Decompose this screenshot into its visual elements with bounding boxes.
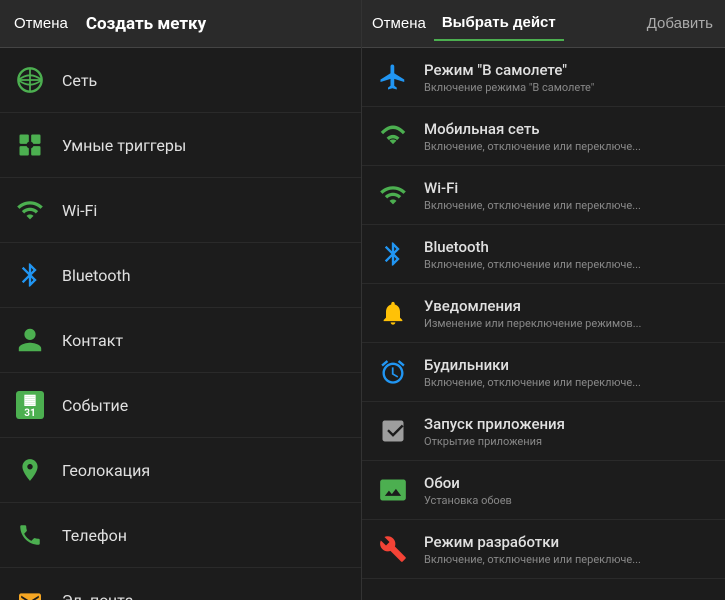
bluetooth-icon-right — [374, 235, 412, 273]
airplane-icon — [374, 58, 412, 96]
right-item-notifications-title: Уведомления — [424, 297, 641, 315]
left-item-smart-label: Умные триггеры — [62, 136, 186, 155]
left-item-contact-label: Контакт — [62, 331, 123, 350]
right-item-wifi-text: Wi-Fi Включение, отключение или переключ… — [424, 179, 641, 212]
left-item-bluetooth[interactable]: Bluetooth — [0, 243, 361, 308]
left-panel-title: Создать метку — [86, 14, 206, 34]
add-button[interactable]: Добавить — [641, 7, 719, 40]
right-item-bluetooth-sub: Включение, отключение или переключе... — [424, 258, 641, 271]
right-item-wallpaper-text: Обои Установка обоев — [424, 474, 512, 507]
wifi-icon-left — [12, 192, 48, 228]
left-item-email-label: Эл. почта — [62, 591, 133, 600]
wifi-icon-right — [374, 176, 412, 214]
right-item-devmode-text: Режим разработки Включение, отключение и… — [424, 533, 641, 566]
email-icon — [12, 582, 48, 600]
bell-icon — [374, 294, 412, 332]
left-item-geo[interactable]: Геолокация — [0, 438, 361, 503]
right-item-launch-text: Запуск приложения Открытие приложения — [424, 415, 565, 448]
right-item-devmode-title: Режим разработки — [424, 533, 641, 551]
cancel-right-button[interactable]: Отмена — [368, 7, 434, 40]
right-item-wallpaper-sub: Установка обоев — [424, 494, 512, 507]
right-item-wallpaper[interactable]: Обои Установка обоев — [362, 461, 725, 520]
left-item-phone-label: Телефон — [62, 526, 127, 545]
left-header: Отмена Создать метку — [0, 0, 361, 48]
right-item-airplane-sub: Включение режима "В самолете" — [424, 81, 594, 94]
event-icon: ▦ 31 — [12, 387, 48, 423]
right-item-launch[interactable]: Запуск приложения Открытие приложения — [362, 402, 725, 461]
contact-icon — [12, 322, 48, 358]
left-item-bluetooth-label: Bluetooth — [62, 266, 131, 285]
left-item-network[interactable]: Сеть — [0, 48, 361, 113]
right-panel: Отмена Выбрать дейст Добавить Режим "В с… — [362, 0, 725, 600]
right-item-alarms-sub: Включение, отключение или переключе... — [424, 376, 641, 389]
tab-select-action[interactable]: Выбрать дейст — [434, 6, 564, 41]
right-item-launch-title: Запуск приложения — [424, 415, 565, 433]
left-item-wifi-label: Wi-Fi — [62, 201, 97, 220]
phone-icon — [12, 517, 48, 553]
right-item-launch-sub: Открытие приложения — [424, 435, 565, 448]
right-item-devmode[interactable]: Режим разработки Включение, отключение и… — [362, 520, 725, 579]
right-item-airplane-text: Режим "В самолете" Включение режима "В с… — [424, 61, 594, 94]
cancel-left-button[interactable]: Отмена — [10, 7, 78, 40]
right-item-airplane-title: Режим "В самолете" — [424, 61, 594, 79]
right-item-mobile-sub: Включение, отключение или переключе... — [424, 140, 641, 153]
network-icon — [12, 62, 48, 98]
bluetooth-icon-left — [12, 257, 48, 293]
mobile-network-icon — [374, 117, 412, 155]
left-item-wifi[interactable]: Wi-Fi — [0, 178, 361, 243]
right-item-mobile[interactable]: Мобильная сеть Включение, отключение или… — [362, 107, 725, 166]
wallpaper-icon — [374, 471, 412, 509]
right-list: Режим "В самолете" Включение режима "В с… — [362, 48, 725, 600]
right-item-bluetooth-text: Bluetooth Включение, отключение или пере… — [424, 238, 641, 271]
right-item-wifi-title: Wi-Fi — [424, 179, 641, 197]
right-item-alarms-text: Будильники Включение, отключение или пер… — [424, 356, 641, 389]
left-list: Сеть Умные триггеры — [0, 48, 361, 600]
launch-icon — [374, 412, 412, 450]
right-item-mobile-title: Мобильная сеть — [424, 120, 641, 138]
right-item-notifications-text: Уведомления Изменение или переключение р… — [424, 297, 641, 330]
right-item-bluetooth-title: Bluetooth — [424, 238, 641, 256]
left-item-email[interactable]: Эл. почта — [0, 568, 361, 600]
right-item-airplane[interactable]: Режим "В самолете" Включение режима "В с… — [362, 48, 725, 107]
left-item-geo-label: Геолокация — [62, 461, 150, 480]
right-item-wifi[interactable]: Wi-Fi Включение, отключение или переключ… — [362, 166, 725, 225]
right-item-wifi-sub: Включение, отключение или переключе... — [424, 199, 641, 212]
right-item-notifications[interactable]: Уведомления Изменение или переключение р… — [362, 284, 725, 343]
right-header: Отмена Выбрать дейст Добавить — [362, 0, 725, 48]
smart-icon — [12, 127, 48, 163]
left-item-event-label: Событие — [62, 396, 128, 415]
left-item-network-label: Сеть — [62, 71, 97, 90]
left-item-phone[interactable]: Телефон — [0, 503, 361, 568]
geo-icon — [12, 452, 48, 488]
left-item-contact[interactable]: Контакт — [0, 308, 361, 373]
right-item-bluetooth[interactable]: Bluetooth Включение, отключение или пере… — [362, 225, 725, 284]
left-item-event[interactable]: ▦ 31 Событие — [0, 373, 361, 438]
right-item-wallpaper-title: Обои — [424, 474, 512, 492]
right-item-mobile-text: Мобильная сеть Включение, отключение или… — [424, 120, 641, 153]
right-item-notifications-sub: Изменение или переключение режимов... — [424, 317, 641, 330]
alarm-icon — [374, 353, 412, 391]
right-item-devmode-sub: Включение, отключение или переключе... — [424, 553, 641, 566]
right-item-alarms[interactable]: Будильники Включение, отключение или пер… — [362, 343, 725, 402]
left-item-smart[interactable]: Умные триггеры — [0, 113, 361, 178]
right-item-alarms-title: Будильники — [424, 356, 641, 374]
left-panel: Отмена Создать метку Сеть — [0, 0, 362, 600]
wrench-icon — [374, 530, 412, 568]
